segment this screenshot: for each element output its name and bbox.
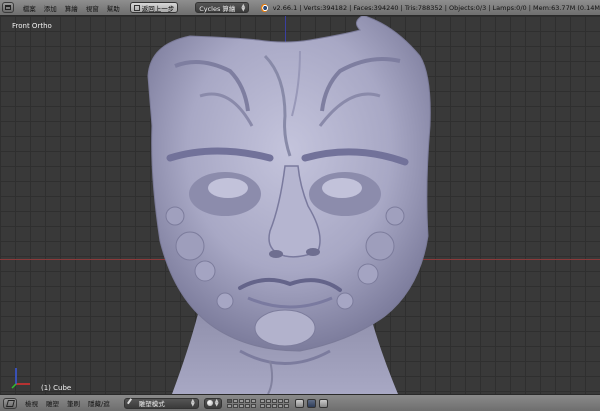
scene-stats: v2.66.1 | Verts:394182 | Faces:394240 | … — [272, 3, 600, 12]
updown-arrows-icon: ▲ ▼ — [241, 2, 246, 13]
layer-group-right[interactable] — [259, 398, 289, 408]
blender-logo-icon — [261, 3, 268, 12]
render-tool-icon[interactable] — [306, 398, 316, 408]
menu-add[interactable]: 添加 — [40, 3, 61, 13]
layer-grid[interactable] — [226, 398, 292, 408]
render-engine-label: Cycles 算繪 — [199, 4, 236, 13]
sculpted-head-mesh[interactable] — [0, 16, 600, 394]
3d-viewport[interactable]: Front Ortho (1) Cube — [0, 16, 600, 394]
menu-window[interactable]: 視窗 — [82, 3, 103, 13]
active-object-label: (1) Cube — [41, 384, 72, 392]
axis-gizmo-icon — [11, 368, 30, 389]
menu-help[interactable]: 幫助 — [103, 3, 124, 13]
menu-view[interactable]: 檢視 — [21, 398, 42, 408]
viewport-shading-icon — [206, 400, 213, 406]
render-engine-select[interactable]: Cycles 算繪 ▲ ▼ — [195, 2, 250, 13]
menu-hide-mask[interactable]: 隱藏/遮 — [84, 398, 114, 408]
view-type-icon[interactable] — [3, 397, 17, 409]
3d-view-header: 檢視 雕塑 筆刷 隱藏/遮 雕塑模式 ▲ ▼ ▲ ▼ — [0, 394, 600, 411]
back-to-previous-label: 返回上一步 — [141, 4, 175, 13]
screen-layout-icon — [133, 4, 140, 11]
menu-sculpt[interactable]: 雕塑 — [42, 398, 63, 408]
updown-arrows-icon: ▲ ▼ — [214, 398, 219, 408]
menu-brush[interactable]: 筆刷 — [63, 398, 84, 408]
menu-file[interactable]: 檔案 — [19, 3, 40, 13]
updown-arrows-icon: ▲ ▼ — [190, 398, 195, 408]
brush-icon — [126, 398, 137, 408]
lock-camera-icon[interactable] — [294, 398, 304, 408]
back-to-previous-button[interactable]: 返回上一步 — [129, 2, 179, 13]
main-menu: 檔案 添加 算繪 視窗 幫助 — [19, 3, 124, 13]
view-menu-group: 檢視 雕塑 筆刷 隱藏/遮 — [21, 398, 114, 408]
camera-tool-icon[interactable] — [318, 398, 328, 408]
menu-render[interactable]: 算繪 — [61, 3, 82, 13]
mode-select[interactable]: 雕塑模式 ▲ ▼ — [123, 397, 199, 409]
info-header: 檔案 添加 算繪 視窗 幫助 返回上一步 Cycles 算繪 ▲ ▼ v2.66.… — [0, 0, 600, 16]
editor-type-icon[interactable] — [2, 2, 14, 13]
layer-group-left[interactable] — [226, 398, 256, 408]
viewport-shading-select[interactable]: ▲ ▼ — [203, 397, 222, 409]
mode-label: 雕塑模式 — [138, 400, 165, 408]
view-name-label: Front Ortho — [12, 22, 52, 30]
